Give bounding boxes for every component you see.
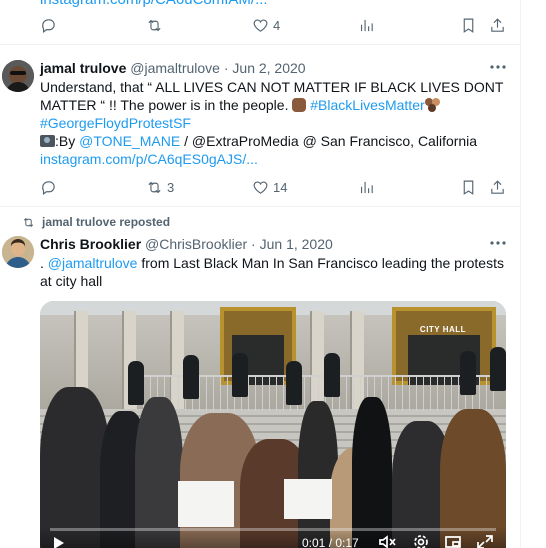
divider <box>0 206 520 207</box>
like-button[interactable]: 14 <box>252 177 287 197</box>
officer <box>286 361 302 405</box>
protester <box>135 397 183 548</box>
retweet-button[interactable]: 3 <box>146 177 174 197</box>
tweet-line-text: / @ExtraProMedia @ San Francisco, Califo… <box>180 133 478 149</box>
muted-speaker-icon <box>379 535 396 548</box>
user-handle[interactable]: @jamaltrulove <box>130 60 220 76</box>
top-tweet-actions: 4 <box>40 15 506 35</box>
gear-icon <box>414 535 428 548</box>
like-button[interactable]: 4 <box>252 15 280 35</box>
reply-icon <box>42 18 55 33</box>
more-icon <box>490 65 506 69</box>
retweet-icon <box>148 181 161 193</box>
text-prefix: . <box>40 255 48 271</box>
video-time: 0:01 / 0:17 <box>302 536 359 548</box>
mention-link[interactable]: @TONE_MANE <box>79 133 180 149</box>
bookmark-button[interactable] <box>460 177 477 197</box>
officer <box>490 347 506 391</box>
officer <box>232 353 248 397</box>
play-icon[interactable] <box>54 537 64 548</box>
views-icon <box>360 181 373 193</box>
tweet-date[interactable]: Jun 2, 2020 <box>232 60 305 76</box>
top-tweet-link[interactable]: instagram.com/p/CA6uC8mIAM/... <box>40 0 268 8</box>
repost-indicator[interactable]: jamal trulove reposted <box>22 215 170 229</box>
hashtag-link[interactable]: #BlackLivesMatter <box>310 97 424 113</box>
by-prefix: :By <box>55 133 80 149</box>
retweet-button[interactable] <box>146 15 163 35</box>
reply-button[interactable] <box>40 15 57 35</box>
header-dot: · <box>223 60 229 76</box>
tweet-date[interactable]: Jun 1, 2020 <box>260 236 333 252</box>
repost-label: jamal trulove reposted <box>42 215 171 229</box>
more-button[interactable] <box>488 236 508 250</box>
protest-sign <box>284 479 332 519</box>
views-icon <box>360 19 373 31</box>
retweet-count: 3 <box>167 179 175 195</box>
header-dot: · <box>251 236 256 252</box>
views-button[interactable] <box>358 15 375 35</box>
camera-emoji-icon <box>40 135 55 147</box>
avatar[interactable] <box>2 60 34 92</box>
tweet-line: :By @TONE_MANE / @ExtraProMedia @ San Fr… <box>40 132 500 150</box>
city-hall-sign: CITY HALL <box>419 325 467 334</box>
reply-icon <box>42 180 55 195</box>
officer <box>128 361 144 405</box>
heart-icon <box>253 181 268 194</box>
tweet-header: Chris Brooklier @ChrisBrooklier · Jun 1,… <box>40 236 333 252</box>
hashtag-link[interactable]: #GeorgeFloydProtestSF <box>40 115 191 131</box>
bookmark-icon <box>463 180 474 195</box>
tweet-line: #GeorgeFloydProtestSF <box>40 114 500 132</box>
fullscreen-icon <box>477 535 493 548</box>
pip-button[interactable] <box>444 534 462 548</box>
reply-button[interactable] <box>40 177 57 197</box>
mention-link[interactable]: @jamaltrulove <box>48 255 138 271</box>
tweet-text: . @jamaltrulove from Last Black Man In S… <box>40 254 506 290</box>
more-button[interactable] <box>488 60 508 74</box>
officer <box>324 353 340 397</box>
video-progress-bar[interactable] <box>50 528 496 531</box>
avatar-image <box>2 60 34 92</box>
divider <box>0 44 520 45</box>
bookmark-button[interactable] <box>460 15 477 35</box>
tweet-header: jamal trulove @jamaltrulove · Jun 2, 202… <box>40 60 306 76</box>
user-name[interactable]: jamal trulove <box>40 60 126 76</box>
retweet-icon <box>148 19 161 31</box>
user-name[interactable]: Chris Brooklier <box>40 236 141 252</box>
tweet-actions: 3 14 <box>40 177 506 197</box>
share-icon <box>491 17 504 32</box>
like-count: 14 <box>273 179 288 195</box>
hands-emoji-icon <box>424 98 441 112</box>
tweet-line-text: at city hall <box>40 273 103 289</box>
external-link[interactable]: instagram.com/p/CA6qES0gAJS/... <box>40 150 500 168</box>
settings-button[interactable] <box>412 534 430 548</box>
share-button[interactable] <box>489 15 506 35</box>
tweet-line-text: from Last Black Man In San Francisco lea… <box>137 255 504 271</box>
share-icon <box>491 179 504 194</box>
tweet-line-text: MATTER “ !! The power is in the people. <box>40 97 293 113</box>
bookmark-icon <box>463 18 474 33</box>
protester <box>352 397 392 548</box>
tweet-line: MATTER “ !! The power is in the people. … <box>40 96 500 114</box>
timeline-feed: instagram.com/p/CA6uC8mIAM/... 4 <box>0 0 521 548</box>
video-player[interactable]: CITY HALL 0:01 / 0:17 <box>40 301 506 548</box>
retweet-icon <box>23 217 34 227</box>
picture-in-picture-icon <box>445 536 461 548</box>
heart-icon <box>253 19 268 32</box>
user-handle[interactable]: @ChrisBrooklier <box>145 236 247 252</box>
fullscreen-button[interactable] <box>476 534 494 548</box>
tweet-line: Understand, that “ ALL LIVES CAN NOT MAT… <box>40 79 504 95</box>
share-button[interactable] <box>489 177 506 197</box>
avatar[interactable] <box>2 236 34 268</box>
raised-fist-emoji-icon <box>292 98 307 112</box>
like-count: 4 <box>273 17 281 33</box>
views-button[interactable] <box>358 177 375 197</box>
officer <box>183 355 199 399</box>
officer <box>460 351 476 395</box>
mute-button[interactable] <box>378 534 396 548</box>
protest-sign <box>178 481 234 527</box>
avatar-image <box>2 236 34 268</box>
more-icon <box>490 241 506 245</box>
tweet-text: Understand, that “ ALL LIVES CAN NOT MAT… <box>40 78 504 168</box>
